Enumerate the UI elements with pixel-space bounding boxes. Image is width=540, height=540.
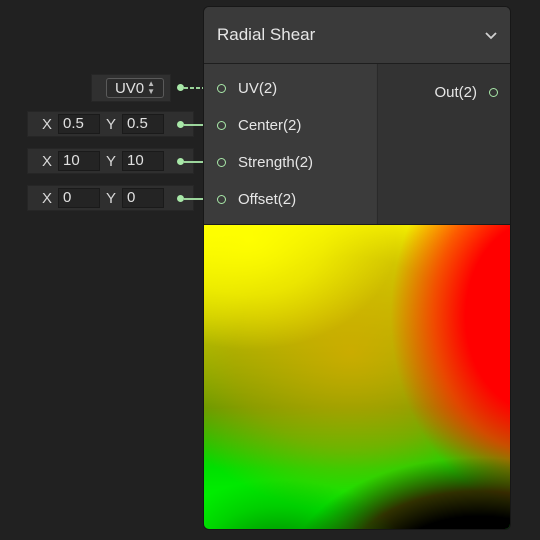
preview-image xyxy=(204,224,510,529)
strength-x-input[interactable]: 10 xyxy=(58,151,101,171)
radial-shear-node[interactable]: Radial Shear UV(2) Center(2) Strength(2)… xyxy=(203,6,511,530)
port-circle-icon[interactable] xyxy=(217,83,226,93)
center-x-label: X xyxy=(42,115,53,133)
updown-arrows-icon: ▲ ▼ xyxy=(147,79,156,96)
offset-x-input[interactable]: 0 xyxy=(58,188,101,208)
input-port-strength[interactable]: Strength(2) xyxy=(217,150,313,174)
strength-y-input[interactable]: 10 xyxy=(122,151,165,171)
strength-x-label: X xyxy=(42,152,53,170)
port-circle-icon[interactable] xyxy=(489,88,498,97)
strength-y-label: Y xyxy=(106,152,117,170)
strength-field: X 10 Y 10 xyxy=(27,148,194,174)
offset-field: X 0 Y 0 xyxy=(27,185,194,211)
output-port-out-label: Out(2) xyxy=(434,84,477,101)
input-port-uv[interactable]: UV(2) xyxy=(217,76,277,100)
offset-y-input[interactable]: 0 xyxy=(122,188,165,208)
strength-connector-dot[interactable] xyxy=(177,158,184,165)
input-port-strength-label: Strength(2) xyxy=(238,153,314,171)
uv-connector-dot[interactable] xyxy=(177,84,184,91)
input-port-center[interactable]: Center(2) xyxy=(217,113,301,137)
uv-channel-value: UV0 xyxy=(114,79,145,97)
uv-channel-select[interactable]: UV0 ▲ ▼ xyxy=(106,78,164,98)
output-ports: Out(2) xyxy=(377,64,510,224)
center-x-input[interactable]: 0.5 xyxy=(58,114,101,134)
input-port-uv-label: UV(2) xyxy=(238,79,278,97)
center-connector-dot[interactable] xyxy=(177,121,184,128)
offset-connector-dot[interactable] xyxy=(177,195,184,202)
input-port-center-label: Center(2) xyxy=(238,116,302,134)
center-y-input[interactable]: 0.5 xyxy=(122,114,165,134)
chevron-down-icon[interactable] xyxy=(484,31,498,41)
center-field: X 0.5 Y 0.5 xyxy=(27,111,194,137)
node-title: Radial Shear xyxy=(217,25,316,44)
input-port-offset[interactable]: Offset(2) xyxy=(217,187,296,211)
port-circle-icon[interactable] xyxy=(217,157,226,167)
output-port-out[interactable]: Out(2) xyxy=(434,84,498,101)
input-ports: UV(2) Center(2) Strength(2) Offset(2) xyxy=(204,64,376,224)
port-circle-icon[interactable] xyxy=(217,194,226,204)
input-port-offset-label: Offset(2) xyxy=(238,190,297,208)
offset-x-label: X xyxy=(42,189,53,207)
node-header[interactable]: Radial Shear xyxy=(204,7,510,64)
center-y-label: Y xyxy=(106,115,117,133)
offset-y-label: Y xyxy=(106,189,117,207)
port-circle-icon[interactable] xyxy=(217,120,226,130)
